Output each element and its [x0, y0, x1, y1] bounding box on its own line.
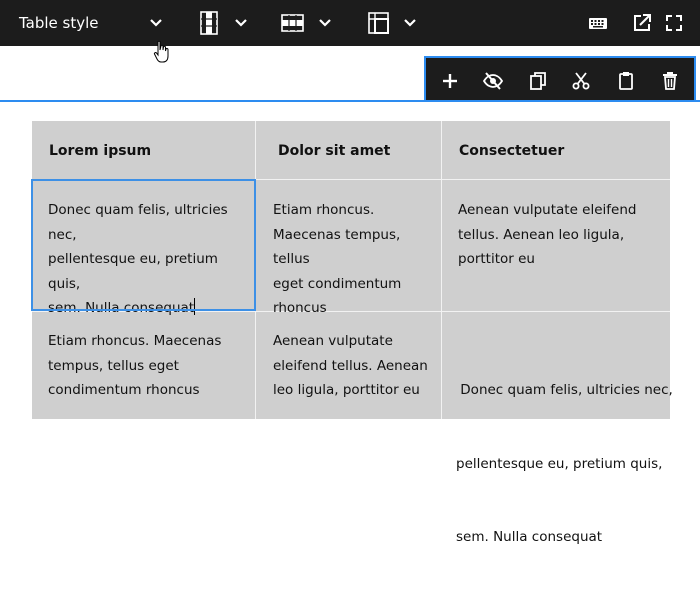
cell-line: Maecenas tempus, tellus [273, 226, 401, 268]
editor-toolbar: Table style [0, 0, 700, 46]
table-cell[interactable]: Etiam rhoncus. Maecenas tempus, tellus e… [48, 329, 253, 403]
cell-line: tellus. Aenean leo ligula, [458, 226, 625, 243]
chevron-down-icon [404, 19, 416, 27]
table-cell[interactable]: Aenean vulputate eleifend tellus. Aenean… [273, 329, 441, 403]
table: Lorem ipsum Dolor sit amet Consectetuer … [32, 121, 673, 545]
cell-options-button[interactable] [366, 9, 422, 37]
table-cell[interactable]: Etiam rhoncus. Maecenas tempus, tellus e… [273, 198, 441, 321]
text-caret [194, 298, 196, 315]
copy-icon[interactable] [527, 70, 549, 92]
table-header-cell[interactable]: Lorem ipsum [49, 141, 249, 161]
table-header-cell[interactable]: Consectetuer [459, 141, 659, 161]
column-divider [255, 121, 256, 419]
block-actions-toolbar [424, 56, 696, 102]
hide-icon[interactable] [482, 70, 504, 92]
block-selection-border [0, 100, 700, 102]
row-options-button[interactable] [280, 9, 336, 37]
column-divider [441, 121, 442, 419]
table-cell[interactable]: Donec quam felis, ultricies nec, pellent… [456, 329, 673, 599]
cell-line: pellentesque eu, pretium quis, [48, 251, 218, 292]
cell-line: leo ligula, porttitor eu [273, 382, 420, 398]
chevron-down-icon [150, 19, 162, 27]
cell-line: porttitor eu [458, 251, 535, 267]
column-options-button[interactable] [196, 9, 252, 37]
cell-line: condimentum rhoncus [48, 382, 200, 398]
cell-line: sem. Nulla consequat [48, 296, 253, 321]
cell-line: Aenean vulputate [273, 333, 393, 349]
cell-line: tempus, tellus eget [48, 357, 179, 374]
table-style-label: Table style [19, 14, 99, 32]
table-cell[interactable]: Donec quam felis, ultricies nec, pellent… [48, 198, 253, 321]
cell-line: Aenean vulputate eleifend [458, 202, 637, 218]
cell-line: pellentesque eu, pretium quis, [456, 455, 663, 472]
row-icon [281, 14, 304, 32]
chevron-down-icon [235, 19, 247, 27]
cell-line: Donec quam felis, ultricies nec, [48, 202, 228, 243]
cell-icon [368, 12, 389, 34]
keyboard-icon[interactable] [587, 12, 609, 34]
delete-icon[interactable] [659, 70, 681, 92]
cell-line: Donec quam felis, ultricies nec, [456, 382, 673, 398]
table-header-cell[interactable]: Dolor sit amet [278, 141, 438, 161]
cell-line: eget condimentum [273, 275, 402, 292]
open-external-icon[interactable] [631, 12, 653, 34]
cell-line: eleifend tellus. Aenean [273, 357, 428, 374]
cell-line: Etiam rhoncus. Maecenas [48, 333, 222, 349]
column-icon [200, 11, 218, 35]
cell-line: Etiam rhoncus. [273, 202, 375, 218]
table-cell[interactable]: Aenean vulputate eleifend tellus. Aenean… [458, 198, 668, 272]
cell-line: sem. Nulla consequat [456, 529, 603, 545]
cell-line: rhoncus [273, 300, 327, 316]
add-icon[interactable] [439, 70, 461, 92]
cell-line-text: sem. Nulla consequat [48, 300, 195, 316]
cut-icon[interactable] [570, 70, 592, 92]
paste-icon[interactable] [615, 70, 637, 92]
mouse-pointer-icon [153, 40, 169, 63]
row-divider [32, 179, 670, 180]
chevron-down-icon [319, 19, 331, 27]
fullscreen-icon[interactable] [663, 12, 685, 34]
